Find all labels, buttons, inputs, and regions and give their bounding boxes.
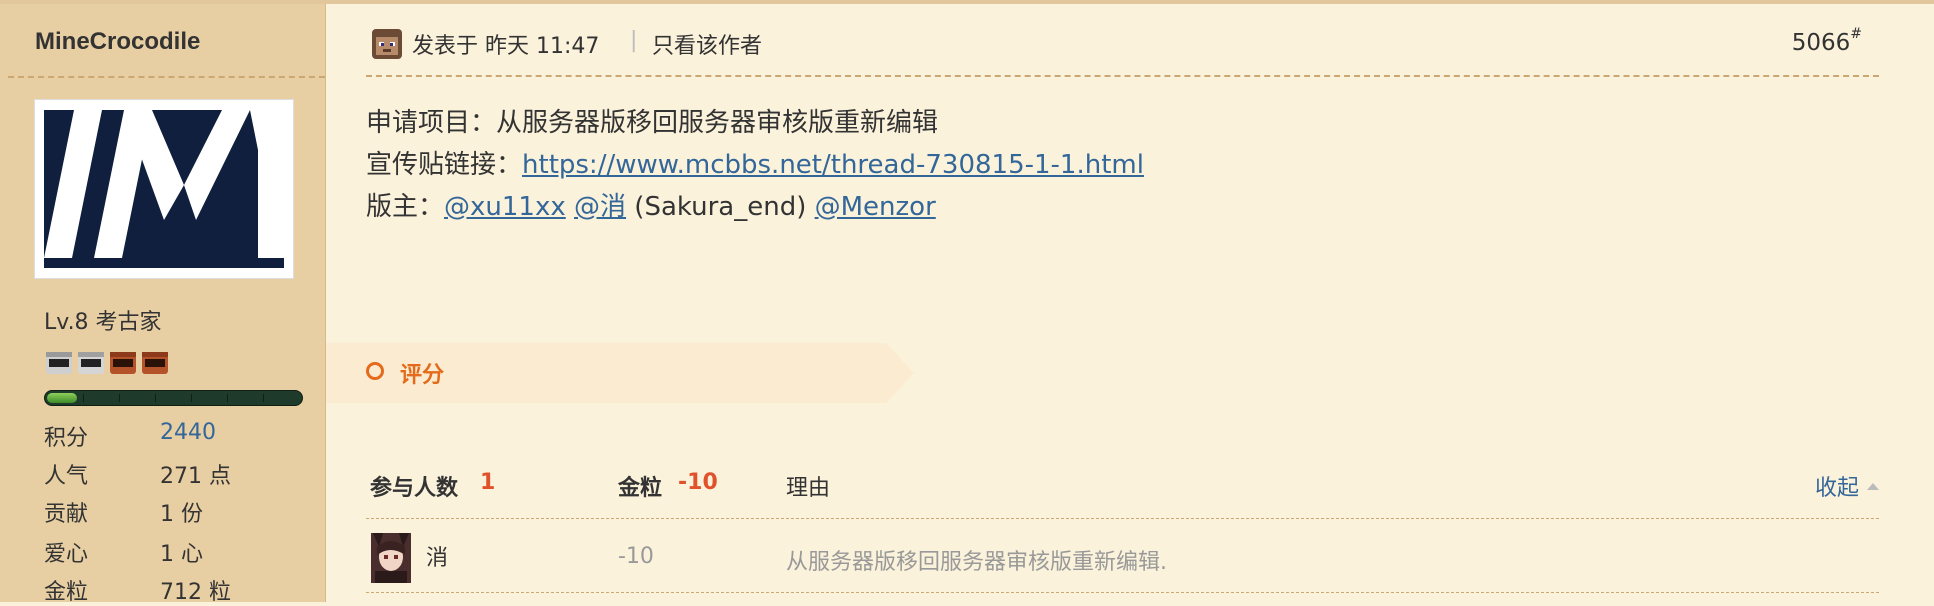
stat-label: 人气 <box>44 464 89 489</box>
mention-link[interactable]: @xu11xx <box>444 192 566 222</box>
moderators-label: 版主： <box>366 192 445 222</box>
helmet-medal-icon[interactable] <box>76 346 106 376</box>
author-avatar[interactable] <box>34 99 294 279</box>
floor-number[interactable]: 5066# <box>1791 26 1862 56</box>
divider <box>366 592 1879 593</box>
helmet-medal-icon[interactable] <box>140 346 170 376</box>
participants-count: 1 <box>480 470 496 495</box>
chevron-up-icon <box>1867 482 1879 490</box>
online-status-icon <box>372 29 402 59</box>
rating-table-header: 参与人数 1 金粒 -10 理由 收起 <box>366 470 1879 506</box>
helmet-medal-icon[interactable] <box>108 346 138 376</box>
participants-label: 参与人数 <box>370 476 459 501</box>
author-only-link[interactable]: 只看该作者 <box>652 28 762 60</box>
collapse-button[interactable]: 收起 <box>1815 470 1879 502</box>
rater-avatar[interactable] <box>371 533 411 583</box>
stat-value[interactable]: 2440 <box>160 420 216 445</box>
reason-label: 理由 <box>786 476 831 501</box>
experience-bar-fill <box>47 393 77 403</box>
rating-label: 评分 <box>400 363 445 388</box>
post-timestamp: 发表于 昨天 11:47 <box>412 34 600 59</box>
post-line-link: 宣传贴链接：https://www.mcbbs.net/thread-73081… <box>366 144 1144 181</box>
user-level: Lv.8 考古家 <box>44 310 162 335</box>
promo-thread-link[interactable]: https://www.mcbbs.net/thread-730815-1-1.… <box>522 150 1144 180</box>
stat-value: 271 点 <box>160 464 231 489</box>
divider: | <box>630 28 638 53</box>
stat-value: 1 份 <box>160 502 203 527</box>
table-row: 消 -10 从服务器版移回服务器审核版重新编辑. <box>366 530 1879 586</box>
divider <box>366 75 1879 77</box>
stat-label: 贡献 <box>44 502 89 527</box>
author-sidebar: MineCrocodile Lv.8 考古家 积分 2440 人气 271 点 … <box>0 4 326 605</box>
rating-amount: -10 <box>618 544 654 569</box>
rater-name[interactable]: 消 <box>426 540 448 572</box>
stat-value: 712 粒 <box>160 580 231 605</box>
coin-label: 金粒 <box>618 476 663 501</box>
collapse-label: 收起 <box>1814 476 1859 501</box>
mention-link[interactable]: @消 <box>574 192 626 222</box>
floor-number-value: 5066 <box>1791 30 1851 56</box>
stat-label: 金粒 <box>44 580 89 605</box>
mention-note: (Sakura_end) <box>626 192 815 222</box>
stat-value: 1 心 <box>160 542 203 567</box>
stat-label: 积分 <box>44 426 89 451</box>
helmet-medal-icon[interactable] <box>44 346 74 376</box>
link-label: 宣传贴链接： <box>366 150 523 180</box>
divider <box>366 518 1879 519</box>
author-username[interactable]: MineCrocodile <box>35 28 200 56</box>
coin-total: -10 <box>678 470 718 495</box>
circle-icon <box>366 362 384 380</box>
rating-reason: 从服务器版移回服务器审核版重新编辑. <box>786 550 1167 575</box>
post-line-moderators: 版主：@xu11xx @消 (Sakura_end) @Menzor <box>366 186 936 223</box>
divider <box>8 76 325 78</box>
mention-link[interactable]: @Menzor <box>815 192 936 222</box>
floor-suffix: # <box>1850 26 1862 42</box>
post-line-application: 申请项目：从服务器版移回服务器审核版重新编辑 <box>366 108 939 138</box>
avatar-logo-image <box>44 110 284 268</box>
stat-label: 爱心 <box>44 542 89 567</box>
experience-bar <box>44 390 303 406</box>
